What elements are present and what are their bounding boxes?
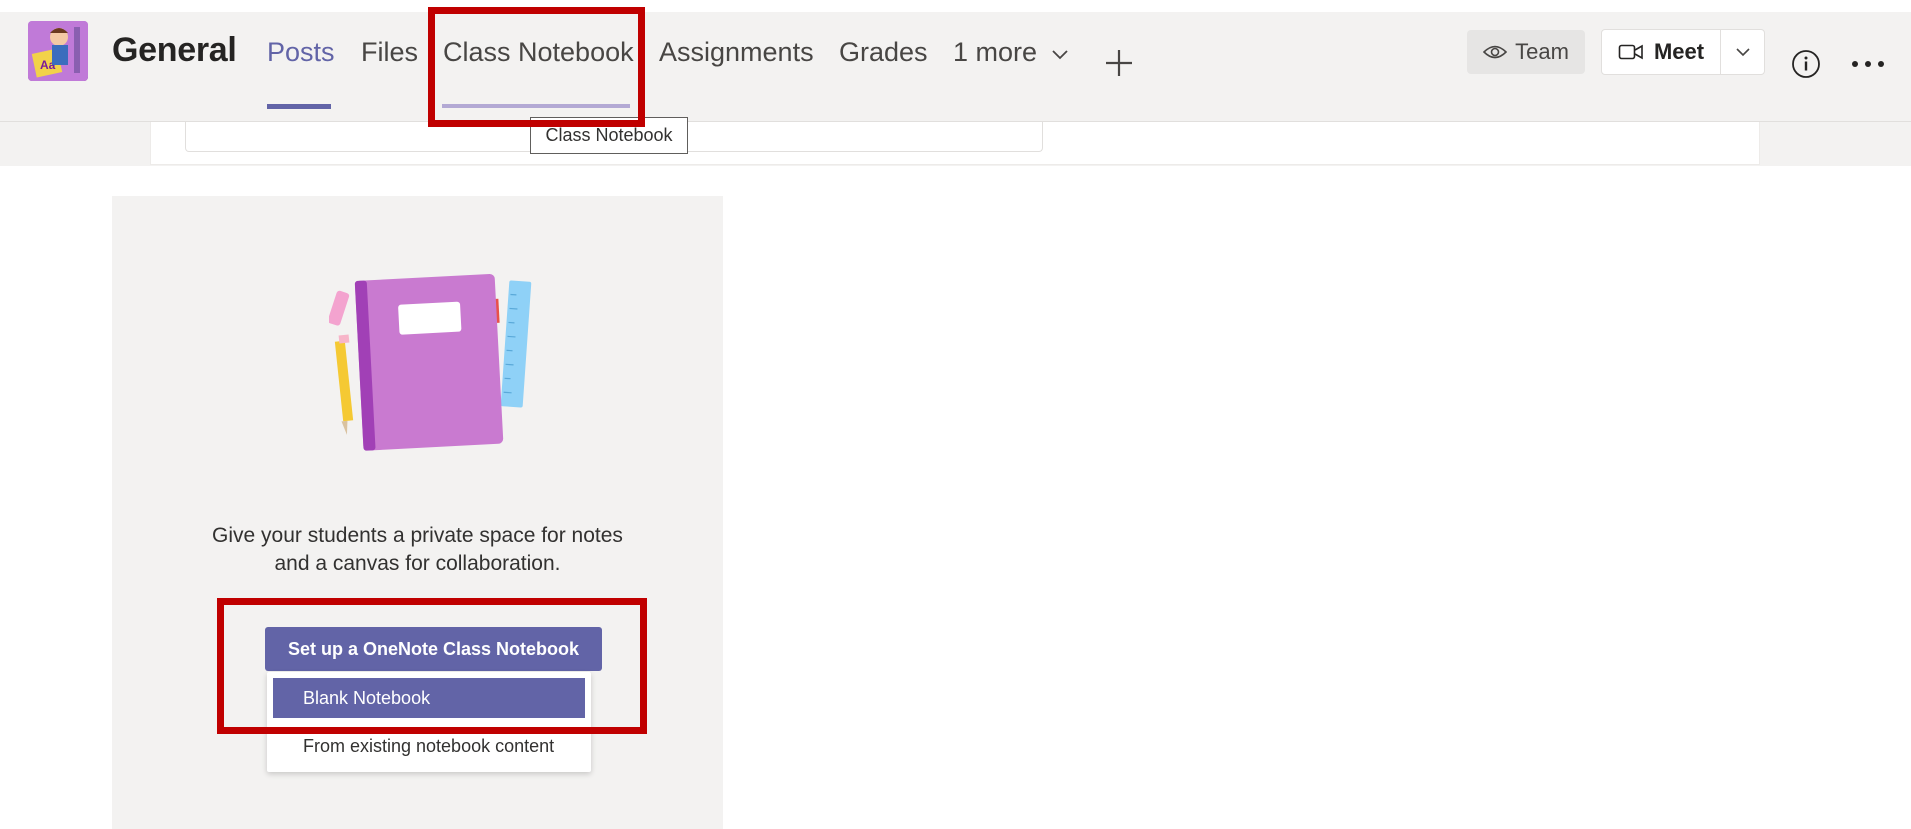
menu-item-blank-notebook[interactable]: Blank Notebook	[273, 678, 585, 718]
notebook-description: Give your students a private space for n…	[112, 522, 723, 578]
video-camera-icon	[1618, 44, 1643, 60]
description-line-1: Give your students a private space for n…	[212, 524, 623, 547]
tab-grades[interactable]: Grades	[839, 37, 928, 68]
meet-button-label: Meet	[1653, 39, 1705, 64]
meet-split-button: Meet	[1601, 29, 1765, 75]
team-avatar[interactable]: Aa	[28, 21, 88, 81]
tab-files[interactable]: Files	[361, 37, 418, 68]
plus-icon[interactable]	[1103, 47, 1135, 79]
more-options-icon[interactable]	[1851, 60, 1885, 68]
team-button[interactable]: Team	[1467, 30, 1585, 74]
description-line-2: and a canvas for collaboration.	[274, 552, 561, 575]
tab-more-label: 1 more	[953, 37, 1038, 67]
channel-title: General	[112, 31, 237, 69]
active-tab-indicator	[267, 104, 331, 109]
team-avatar-image: Aa	[28, 21, 88, 81]
chevron-down-icon	[1735, 48, 1750, 57]
setup-class-notebook-button[interactable]: Set up a OneNote Class Notebook	[265, 627, 602, 671]
tab-more[interactable]: 1 more	[953, 37, 1069, 68]
menu-item-existing-content[interactable]: From existing notebook content	[273, 726, 585, 766]
tab-tooltip: Class Notebook	[530, 117, 688, 154]
setup-options-menu: Blank Notebook From existing notebook co…	[267, 672, 591, 772]
chevron-down-icon	[1051, 50, 1068, 60]
notebook-illustration	[329, 273, 532, 451]
hover-tab-indicator	[442, 104, 630, 108]
tab-class-notebook[interactable]: Class Notebook	[443, 37, 634, 68]
info-icon[interactable]	[1791, 49, 1821, 79]
meet-button[interactable]: Meet	[1602, 30, 1721, 74]
eye-icon	[1483, 45, 1508, 59]
team-button-label: Team	[1515, 39, 1569, 64]
meet-dropdown-button[interactable]	[1721, 30, 1764, 74]
tab-posts[interactable]: Posts	[267, 37, 335, 68]
tab-assignments[interactable]: Assignments	[659, 37, 814, 68]
